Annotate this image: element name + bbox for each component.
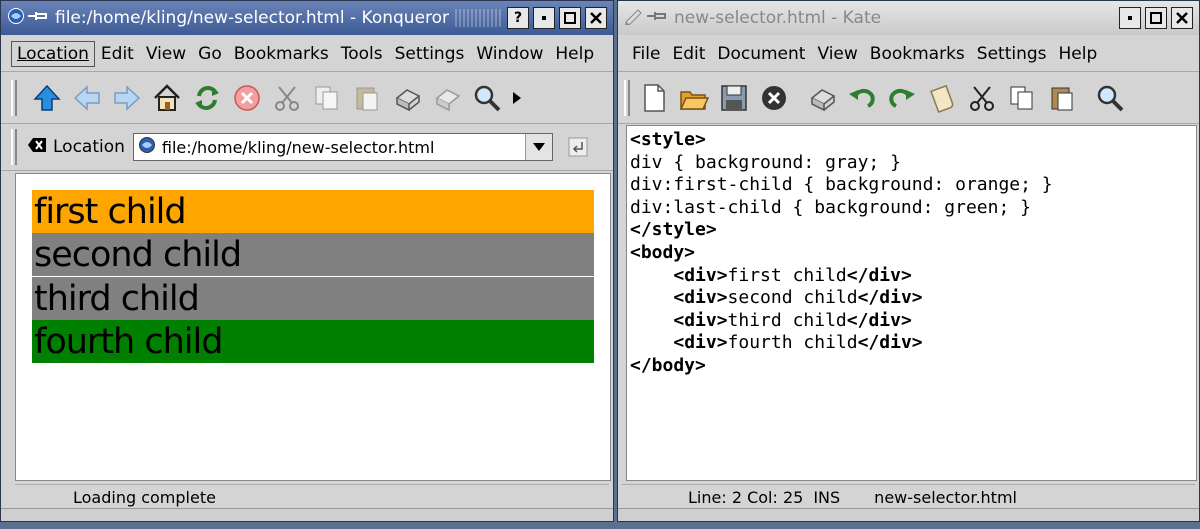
location-value: file:/home/kling/new-selector.html — [161, 137, 435, 157]
maximize-button[interactable] — [559, 7, 581, 29]
home-icon[interactable] — [147, 78, 187, 118]
copy-icon[interactable] — [307, 78, 347, 118]
page-favicon — [138, 136, 156, 159]
new-document-icon[interactable] — [634, 78, 674, 118]
menu-settings[interactable]: Settings — [971, 44, 1053, 64]
first-child-div: first child — [32, 190, 594, 233]
reload-icon[interactable] — [187, 78, 227, 118]
undo-icon[interactable] — [842, 78, 882, 118]
up-icon[interactable] — [27, 78, 67, 118]
menu-settings[interactable]: Settings — [389, 44, 471, 64]
close-button[interactable] — [1171, 7, 1193, 29]
konqueror-menubar: Location Edit View Go Bookmarks Tools Se… — [1, 37, 613, 72]
stop-icon[interactable] — [227, 78, 267, 118]
print-frame-icon[interactable] — [427, 78, 467, 118]
menu-location[interactable]: Location — [11, 41, 95, 67]
print-icon[interactable] — [387, 78, 427, 118]
cut-icon[interactable] — [962, 78, 1002, 118]
window-title: file:/home/kling/new-selector.html - Kon… — [55, 8, 450, 28]
redo-icon[interactable] — [882, 78, 922, 118]
code-line-7: <div>first child</div> — [673, 264, 912, 286]
code-line-9: <div>third child</div> — [673, 309, 912, 331]
paste-icon[interactable] — [347, 78, 387, 118]
code-editor[interactable]: <style> div { background: gray; } div:firs… — [626, 125, 1197, 481]
menu-view[interactable]: View — [140, 44, 192, 64]
menu-view[interactable]: View — [811, 44, 863, 64]
document-name: new-selector.html — [874, 488, 1017, 507]
minimize-button[interactable] — [533, 7, 555, 29]
code-line-10: <div>fourth child</div> — [673, 332, 923, 354]
menu-document[interactable]: Document — [711, 44, 811, 64]
paste-icon[interactable] — [1042, 78, 1082, 118]
close-button[interactable] — [585, 7, 607, 29]
code-line-4: div:last-child { background: green; } — [630, 196, 1031, 218]
menu-bookmarks[interactable]: Bookmarks — [228, 44, 335, 64]
save-icon[interactable] — [714, 78, 754, 118]
pin-icon[interactable] — [27, 8, 49, 28]
kate-toolbar — [618, 73, 1199, 124]
code-line-5: </style> — [630, 219, 717, 241]
kate-statusbar: Line: 2 Col: 25 INS new-selector.html — [622, 484, 1195, 510]
toolbar-overflow-icon[interactable] — [507, 78, 527, 118]
forward-icon[interactable] — [107, 78, 147, 118]
go-button[interactable] — [565, 134, 591, 160]
back-icon[interactable] — [67, 78, 107, 118]
maximize-button[interactable] — [1145, 7, 1167, 29]
scroll-icon[interactable] — [922, 78, 962, 118]
menu-file[interactable]: File — [626, 44, 666, 64]
code-line-2: div { background: gray; } — [630, 151, 901, 173]
insert-mode: INS — [813, 488, 841, 507]
menu-window[interactable]: Window — [470, 44, 549, 64]
minimize-button[interactable] — [1119, 7, 1141, 29]
window-title: new-selector.html - Kate — [674, 8, 882, 28]
menu-help[interactable]: Help — [549, 44, 600, 64]
third-child-div: third child — [32, 277, 594, 320]
code-line-8: <div>second child</div> — [673, 287, 923, 309]
kate-window: new-selector.html - Kate File Edit Docum… — [617, 0, 1200, 522]
kate-titlebar[interactable]: new-selector.html - Kate — [618, 1, 1199, 35]
menu-tools[interactable]: Tools — [335, 44, 389, 64]
menu-edit[interactable]: Edit — [666, 44, 711, 64]
kate-menubar: File Edit Document View Bookmarks Settin… — [618, 37, 1199, 72]
code-line-6: <body> — [630, 241, 696, 263]
menu-bookmarks[interactable]: Bookmarks — [864, 44, 971, 64]
konqueror-statusbar: Loading complete — [15, 484, 609, 510]
copy-icon[interactable] — [1002, 78, 1042, 118]
status-text: Loading complete — [73, 488, 216, 507]
location-input[interactable]: file:/home/kling/new-selector.html — [132, 133, 553, 161]
close-document-icon[interactable] — [754, 78, 794, 118]
code-line-3: div:first-child { background: orange; } — [630, 174, 1053, 196]
menu-help[interactable]: Help — [1053, 44, 1104, 64]
menu-edit[interactable]: Edit — [95, 44, 140, 64]
code-line-11: </body> — [630, 354, 706, 376]
fourth-child-div: fourth child — [32, 320, 594, 363]
help-button[interactable]: ? — [507, 7, 529, 29]
location-dropdown-button[interactable] — [524, 134, 552, 160]
konqueror-window: file:/home/kling/new-selector.html - Kon… — [0, 0, 614, 522]
konqueror-titlebar[interactable]: file:/home/kling/new-selector.html - Kon… — [1, 1, 613, 35]
kate-app-icon[interactable] — [624, 7, 644, 30]
second-child-div: second child — [32, 233, 594, 276]
location-toolbar: Location file:/home/kling/new-selector.h… — [1, 124, 613, 171]
location-label: Location — [53, 137, 125, 157]
pin-icon[interactable] — [646, 8, 668, 28]
konqueror-app-icon[interactable] — [7, 7, 25, 30]
find-icon[interactable] — [467, 78, 507, 118]
clear-location-icon[interactable] — [27, 137, 47, 158]
cut-icon[interactable] — [267, 78, 307, 118]
menu-go[interactable]: Go — [192, 44, 228, 64]
print-icon[interactable] — [802, 78, 842, 118]
code-line-1: <style> — [630, 129, 706, 150]
cursor-position: Line: 2 Col: 25 — [688, 488, 804, 507]
open-folder-icon[interactable] — [674, 78, 714, 118]
page-viewport[interactable]: first child second child third child fou… — [15, 173, 611, 481]
konqueror-toolbar — [1, 73, 613, 124]
find-icon[interactable] — [1090, 78, 1130, 118]
